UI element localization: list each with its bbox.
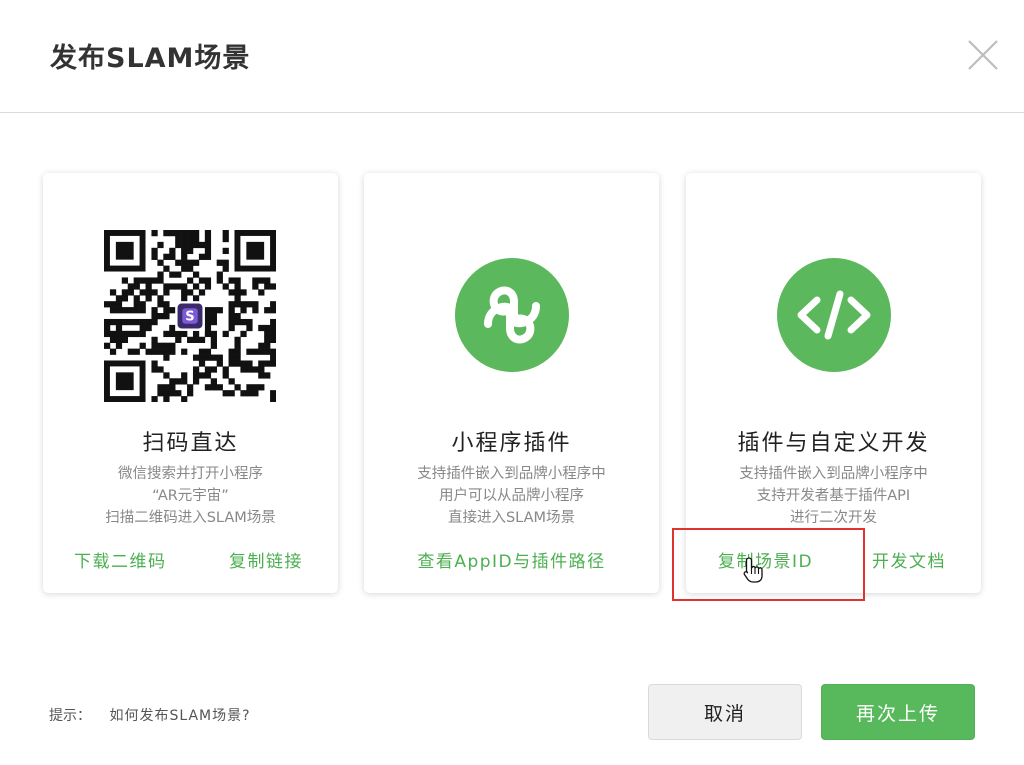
- card-description: 支持插件嵌入到品牌小程序中 支持开发者基于插件API 进行二次开发: [686, 463, 981, 529]
- card-title: 小程序插件: [451, 431, 572, 456]
- card-title: 插件与自定义开发: [737, 431, 930, 456]
- cancel-button[interactable]: 取消: [648, 684, 802, 740]
- card-description: 微信搜索并打开小程序 “AR元宇宙” 扫描二维码进入SLAM场景: [43, 463, 338, 529]
- how-to-publish-link[interactable]: 如何发布SLAM场景?: [109, 708, 250, 724]
- card-desc-line: 微信搜索并打开小程序: [118, 466, 263, 482]
- svg-text:S: S: [185, 310, 194, 325]
- card-desc-line: 进行二次开发: [790, 510, 877, 526]
- dialog-title: 发布SLAM场景: [50, 43, 251, 74]
- hint-label: 提示：: [49, 708, 91, 724]
- card-title: 扫码直达: [142, 431, 239, 456]
- dialog-header: 发布SLAM场景: [0, 0, 1024, 113]
- hint-bar: 提示： 如何发布SLAM场景?: [49, 705, 251, 725]
- close-icon[interactable]: [966, 38, 1000, 72]
- card-desc-line: 支持插件嵌入到品牌小程序中: [417, 466, 606, 482]
- code-icon: [777, 258, 891, 372]
- copy-link-link[interactable]: 复制链接: [229, 547, 303, 572]
- mini-program-icon: [455, 258, 569, 372]
- card-desc-line: 用户可以从品牌小程序: [439, 488, 584, 504]
- view-appid-link[interactable]: 查看AppID与插件路径: [364, 547, 659, 572]
- dev-docs-link[interactable]: 开发文档: [872, 547, 946, 572]
- card-desc-line: 支持开发者基于插件API: [756, 488, 911, 504]
- card-mini-program-plugin: 小程序插件 支持插件嵌入到品牌小程序中 用户可以从品牌小程序 直接进入SLAM场…: [364, 173, 659, 593]
- copy-scene-id-link[interactable]: 复制场景ID: [718, 547, 813, 572]
- card-desc-line: 扫描二维码进入SLAM场景: [105, 510, 276, 526]
- download-qr-link[interactable]: 下载二维码: [74, 547, 167, 572]
- card-plugin-custom-dev: 插件与自定义开发 支持插件嵌入到品牌小程序中 支持开发者基于插件API 进行二次…: [686, 173, 981, 593]
- publish-slam-dialog: 发布SLAM场景 S 扫码直达 微信搜索并打开小程序 “AR元宇宙” 扫描二维码…: [0, 0, 1024, 765]
- card-desc-line: “AR元宇宙”: [152, 488, 229, 504]
- card-desc-line: 直接进入SLAM场景: [447, 510, 576, 526]
- card-desc-line: 支持插件嵌入到品牌小程序中: [739, 466, 928, 482]
- card-description: 支持插件嵌入到品牌小程序中 用户可以从品牌小程序 直接进入SLAM场景: [364, 463, 659, 529]
- card-scan-qr: S 扫码直达 微信搜索并打开小程序 “AR元宇宙” 扫描二维码进入SLAM场景 …: [43, 173, 338, 593]
- upload-again-button[interactable]: 再次上传: [821, 684, 975, 740]
- qr-code: S: [104, 230, 276, 402]
